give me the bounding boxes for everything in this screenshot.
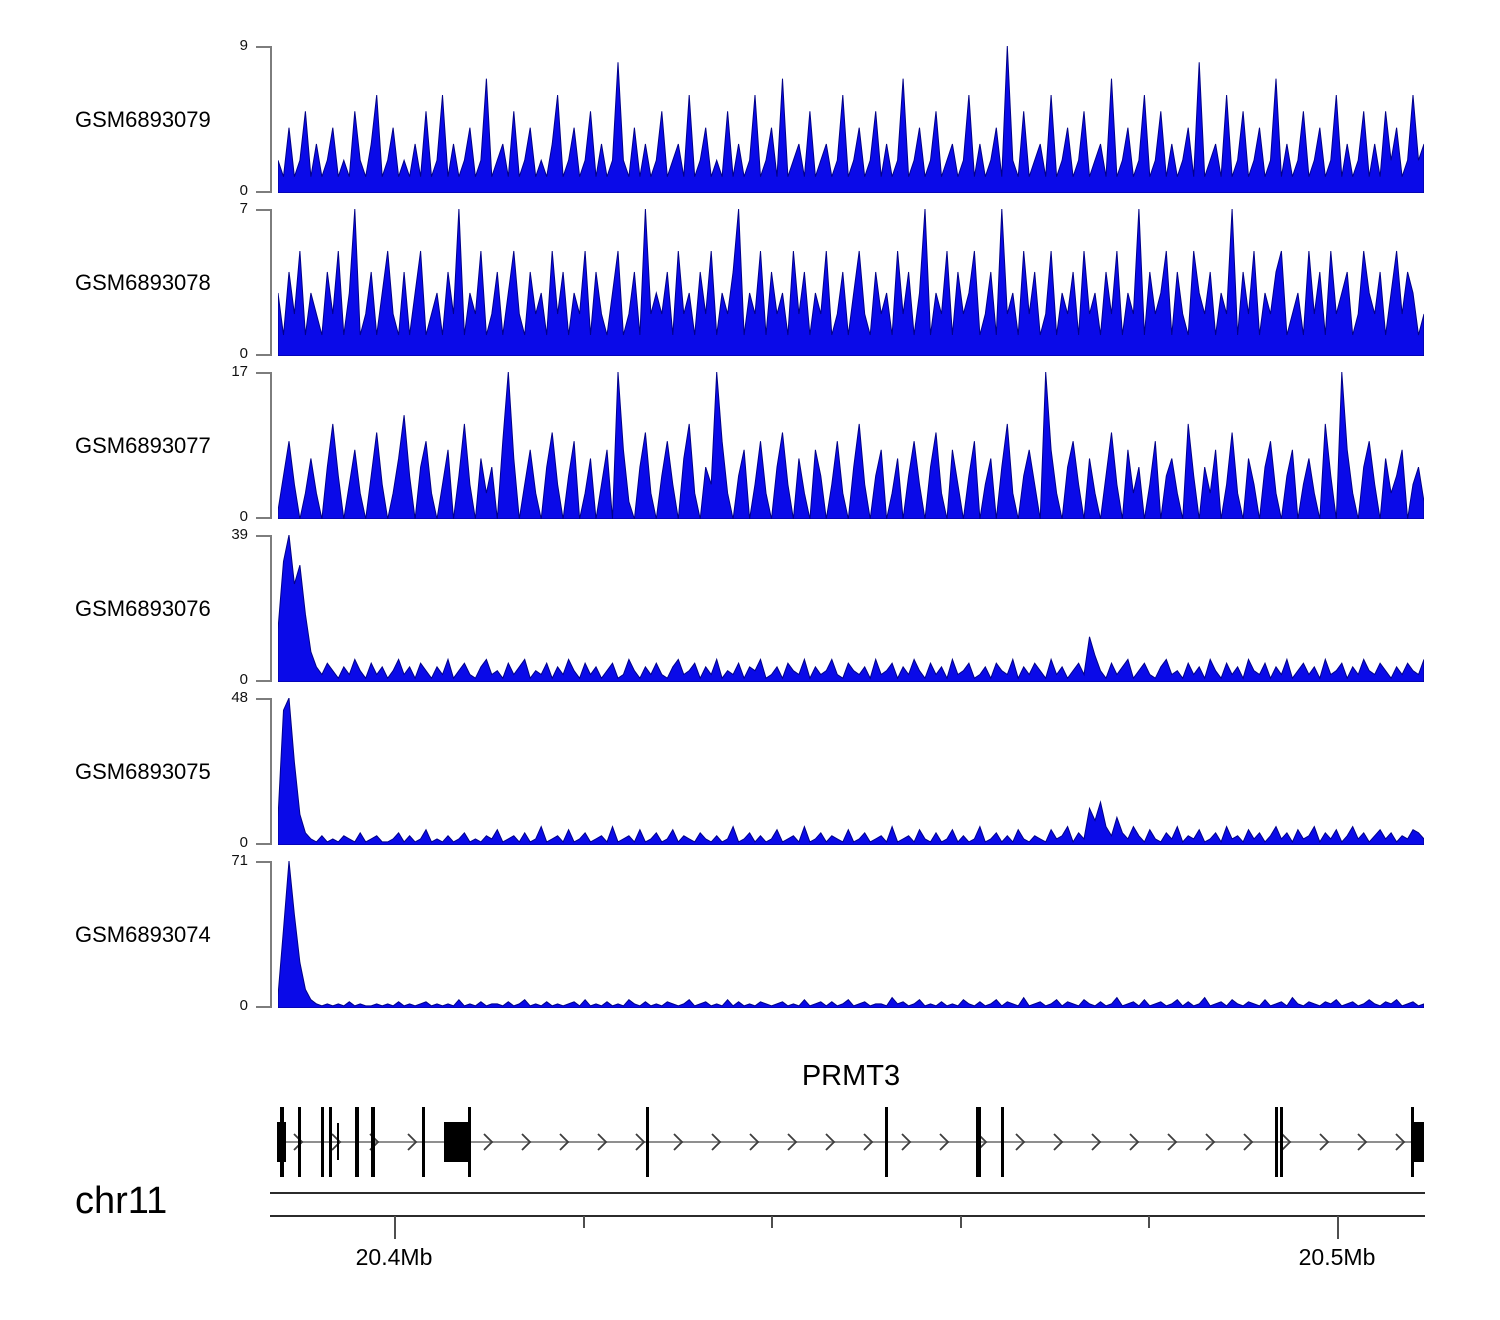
- y-axis-bottom-tick: [256, 191, 270, 193]
- exon-tall: [280, 1107, 284, 1177]
- strand-arrow-icon: [712, 1134, 720, 1150]
- y-axis-top-tick: [256, 46, 270, 48]
- strand-arrow-icon: [636, 1134, 644, 1150]
- y-axis-bottom-tick: [256, 1006, 270, 1008]
- strand-arrow-icon: [1168, 1134, 1176, 1150]
- y-axis-line: [270, 698, 272, 845]
- coverage-area: [278, 209, 1424, 356]
- strand-arrow-icon: [522, 1134, 530, 1150]
- exon-tall: [1001, 1107, 1004, 1177]
- track-label: GSM6893077: [75, 433, 235, 459]
- y-axis-max-label: 39: [208, 527, 248, 543]
- exon-box: [444, 1122, 469, 1162]
- y-axis-zero-label: 0: [208, 672, 248, 688]
- genome-browser-figure: GSM6893079 9 0 GSM6893078 7 0 GSM6893077 17 0 GSM…: [0, 0, 1500, 1320]
- y-axis-top-tick: [256, 861, 270, 863]
- exon-tall: [298, 1107, 301, 1177]
- exon-tall: [422, 1107, 425, 1177]
- exon-tall: [371, 1107, 375, 1177]
- axis-tick-label: 20.4Mb: [334, 1244, 454, 1271]
- coverage-area: [278, 535, 1424, 682]
- axis-minor-tick: [960, 1216, 962, 1228]
- exon-tall: [468, 1107, 471, 1177]
- coverage-area: [278, 861, 1424, 1008]
- axis-major-tick: [394, 1216, 396, 1239]
- strand-arrow-icon: [940, 1134, 948, 1150]
- strand-arrow-icon: [408, 1134, 416, 1150]
- y-axis-zero-label: 0: [208, 998, 248, 1014]
- y-axis-zero-label: 0: [208, 835, 248, 851]
- y-axis-top-tick: [256, 209, 270, 211]
- track-label: GSM6893076: [75, 596, 235, 622]
- strand-arrow-icon: [788, 1134, 796, 1150]
- axis-minor-tick: [583, 1216, 585, 1228]
- exon-tall: [1275, 1107, 1278, 1177]
- y-axis-bottom-tick: [256, 354, 270, 356]
- coverage-area: [278, 46, 1424, 193]
- y-axis-max-label: 48: [208, 690, 248, 706]
- strand-arrow-icon: [560, 1134, 568, 1150]
- y-axis-zero-label: 0: [208, 346, 248, 362]
- strand-arrow-icon: [1358, 1134, 1366, 1150]
- axis-minor-tick: [1148, 1216, 1150, 1228]
- exon-tall: [329, 1107, 332, 1177]
- strand-arrow-icon: [902, 1134, 910, 1150]
- chromosome-label: chr11: [75, 1180, 167, 1223]
- gene-name-label: PRMT3: [751, 1060, 951, 1093]
- strand-arrow-icon: [1396, 1134, 1404, 1150]
- exon-tall: [1280, 1107, 1283, 1177]
- exon-tall: [646, 1107, 649, 1177]
- axis-upper-line: [270, 1192, 1425, 1194]
- y-axis-zero-label: 0: [208, 183, 248, 199]
- coverage-area: [278, 372, 1424, 519]
- exon-box: [1414, 1122, 1424, 1162]
- track-label: GSM6893079: [75, 107, 235, 133]
- y-axis-bottom-tick: [256, 680, 270, 682]
- axis-major-tick: [1337, 1216, 1339, 1239]
- axis-tick-label: 20.5Mb: [1277, 1244, 1397, 1271]
- strand-arrow-icon: [1130, 1134, 1138, 1150]
- strand-arrow-icon: [1320, 1134, 1328, 1150]
- coverage-area: [278, 698, 1424, 845]
- axis-lower-line: [270, 1215, 1425, 1217]
- exon-tall: [355, 1107, 359, 1177]
- y-axis-max-label: 71: [208, 853, 248, 869]
- y-axis-line: [270, 46, 272, 193]
- strand-arrow-icon: [864, 1134, 872, 1150]
- strand-arrow-icon: [1244, 1134, 1252, 1150]
- strand-arrow-icon: [1282, 1134, 1290, 1150]
- axis-minor-tick: [771, 1216, 773, 1228]
- y-axis-bottom-tick: [256, 517, 270, 519]
- y-axis-max-label: 9: [208, 38, 248, 54]
- y-axis-max-label: 17: [208, 364, 248, 380]
- y-axis-line: [270, 209, 272, 356]
- strand-arrow-icon: [1016, 1134, 1024, 1150]
- strand-arrow-icon: [1092, 1134, 1100, 1150]
- exon-tall: [321, 1107, 324, 1177]
- track-label: GSM6893075: [75, 759, 235, 785]
- strand-arrow-icon: [1206, 1134, 1214, 1150]
- strand-arrow-icon: [750, 1134, 758, 1150]
- exon-tall: [976, 1107, 981, 1177]
- y-axis-top-tick: [256, 372, 270, 374]
- y-axis-zero-label: 0: [208, 509, 248, 525]
- y-axis-top-tick: [256, 698, 270, 700]
- y-axis-line: [270, 535, 272, 682]
- y-axis-line: [270, 372, 272, 519]
- track-label: GSM6893074: [75, 922, 235, 948]
- y-axis-line: [270, 861, 272, 1008]
- strand-arrow-icon: [484, 1134, 492, 1150]
- exon-tall: [885, 1107, 888, 1177]
- y-axis-top-tick: [256, 535, 270, 537]
- strand-arrow-icon: [598, 1134, 606, 1150]
- track-label: GSM6893078: [75, 270, 235, 296]
- y-axis-max-label: 7: [208, 201, 248, 217]
- exon-mid: [337, 1123, 339, 1160]
- strand-arrow-icon: [1054, 1134, 1062, 1150]
- y-axis-bottom-tick: [256, 843, 270, 845]
- strand-arrow-icon: [826, 1134, 834, 1150]
- strand-arrow-icon: [674, 1134, 682, 1150]
